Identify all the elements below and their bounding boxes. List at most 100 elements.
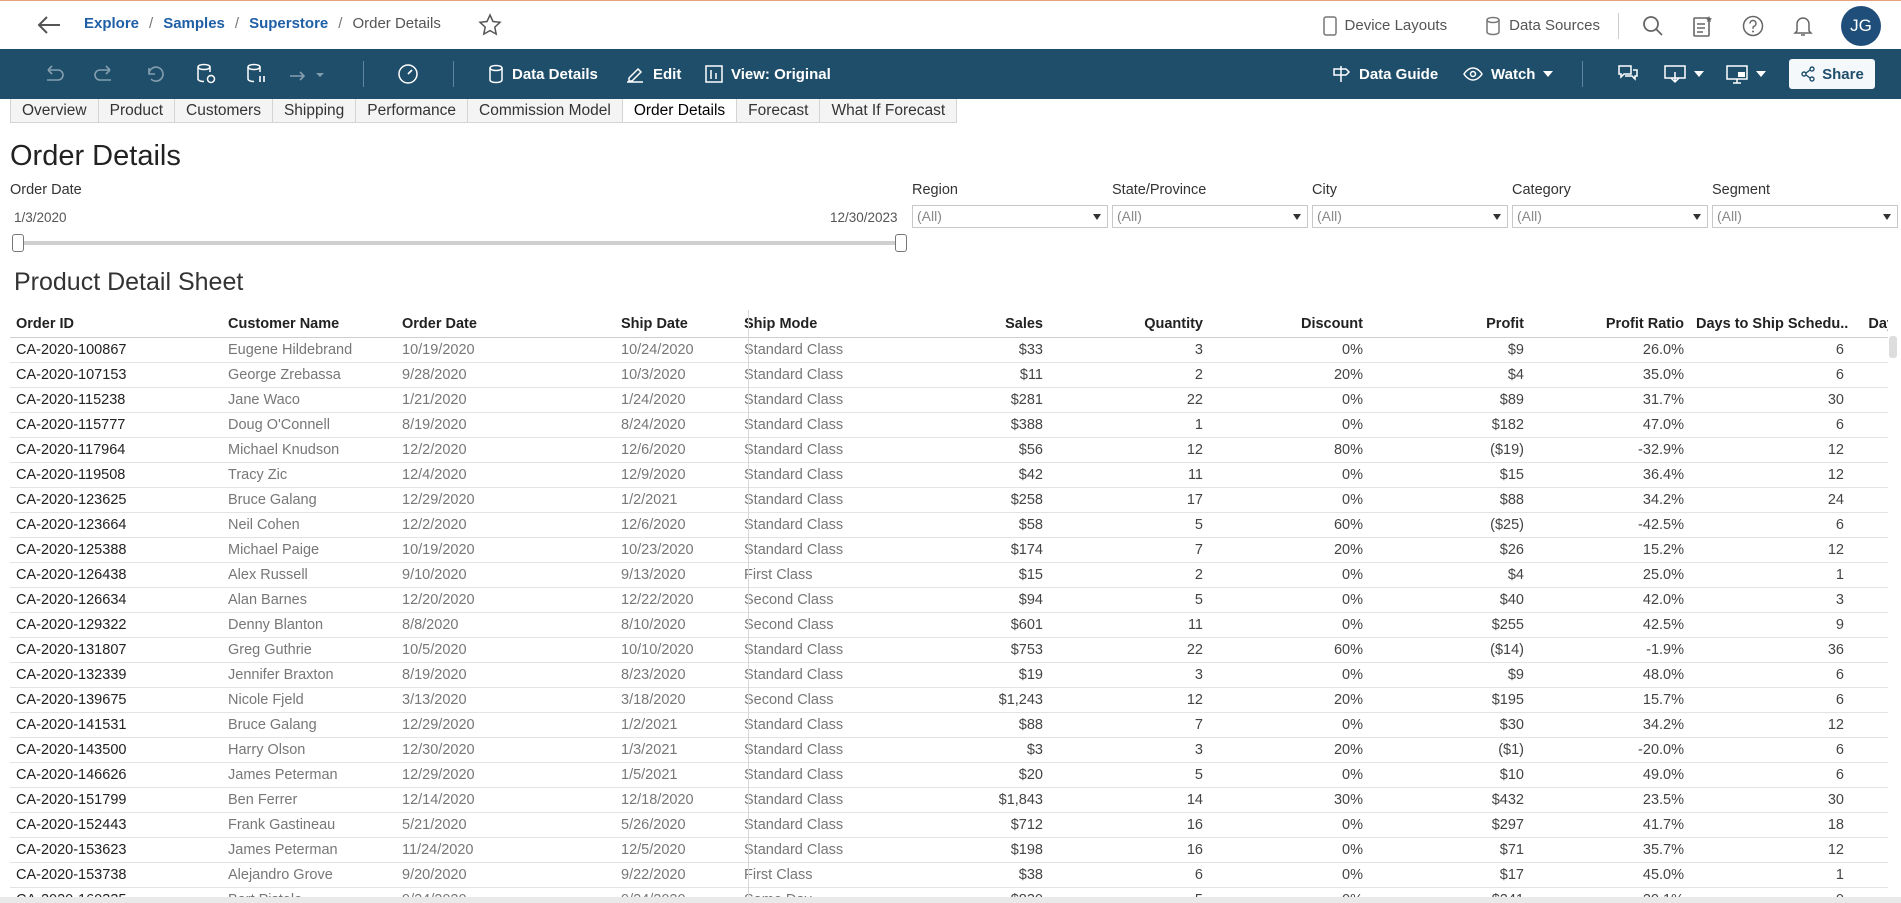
table-cell: 0% [1342,817,1363,833]
column-header[interactable]: Order Date [396,316,615,332]
tab-product[interactable]: Product [98,99,176,123]
present-button[interactable] [1726,49,1766,99]
column-header[interactable]: Discount [1209,316,1369,332]
tab-order-details[interactable]: Order Details [622,99,738,123]
table-row[interactable]: CA-2020-146626 James Peterman 12/29/2020 1/… [10,763,1888,788]
table-row[interactable]: CA-2020-132339 Jennifer Braxton 8/19/2020 8… [10,663,1888,688]
column-header[interactable]: Profit Ratio [1530,316,1690,332]
view-original-button[interactable]: View: Original [705,49,831,99]
city-filter-select[interactable]: (All) [1312,205,1508,228]
table-row[interactable]: CA-2020-123625 Bruce Galang 12/29/2020 1/2/… [10,488,1888,513]
view-toolbar: Data Details Edit View: Original Data Gu… [0,49,1901,99]
device-layouts-button[interactable]: Device Layouts [1322,15,1448,36]
table-row[interactable]: CA-2020-139675 Nicole Fjeld 3/13/2020 3/18/… [10,688,1888,713]
column-header[interactable]: Days to Ship Schedu.. [1690,316,1850,332]
table-row[interactable]: CA-2020-153738 Alejandro Grove 9/20/2020 9/… [10,863,1888,888]
edit-button[interactable]: Edit [625,49,681,99]
table-row[interactable]: CA-2020-125388 Michael Paige 10/19/2020 10/… [10,538,1888,563]
data-guide-button[interactable]: Data Guide [1331,49,1438,99]
device-layouts-label: Device Layouts [1344,17,1448,34]
tab-shipping[interactable]: Shipping [272,99,357,123]
segment-filter-select[interactable]: (All) [1712,205,1898,228]
table-cell: 0% [1342,342,1363,358]
table-row[interactable]: CA-2020-143500 Harry Olson 12/30/2020 1/3/2… [10,738,1888,763]
table-row[interactable]: CA-2020-141531 Bruce Galang 12/29/2020 1/2/… [10,713,1888,738]
tab-what-if-forecast[interactable]: What If Forecast [820,99,958,123]
table-row[interactable]: CA-2020-100867 Eugene Hildebrand 10/19/202… [10,338,1888,363]
table-cell: $281 [1010,392,1043,408]
table-cell: 42.5% [1642,617,1684,633]
column-header[interactable]: Quantity [1049,316,1209,332]
table-row[interactable]: CA-2020-107153 George Zrebassa 9/28/2020 10… [10,363,1888,388]
table-row[interactable]: CA-2020-115238 Jane Waco 1/21/2020 1/24/202… [10,388,1888,413]
revert-icon[interactable] [143,49,165,99]
watch-button[interactable]: Watch [1463,49,1554,99]
recommendations-icon[interactable] [1691,14,1715,38]
refresh-data-icon[interactable] [196,49,216,99]
column-header[interactable]: Customer Name [222,316,396,332]
table-row[interactable]: CA-2020-123664 Neil Cohen 12/2/2020 12/6/20… [10,513,1888,538]
data-sources-button[interactable]: Data Sources [1485,16,1600,36]
dashboard-tabs: Overview Product Customers Shipping Performa… [10,99,958,123]
user-avatar[interactable]: JG [1841,5,1881,46]
tab-performance[interactable]: Performance [356,99,469,123]
state-filter-select[interactable]: (All) [1112,205,1308,228]
notifications-bell-icon[interactable] [1791,14,1815,38]
table-row[interactable]: CA-2020-115777 Doug O'Connell 8/19/2020 8/2… [10,413,1888,438]
favorite-star-icon[interactable] [478,13,502,37]
category-filter-select[interactable]: (All) [1512,205,1708,228]
undo-icon[interactable] [42,49,64,99]
table-cell: 30% [1333,792,1363,808]
search-icon[interactable] [1641,14,1665,38]
table-cell: 1/24/2020 [621,392,686,408]
pause-updates-icon[interactable] [246,49,266,99]
table-row[interactable]: CA-2020-126634 Alan Barnes 12/20/2020 12/22… [10,588,1888,613]
table-row[interactable]: CA-2020-131807 Greg Guthrie 10/5/2020 10/10… [10,638,1888,663]
column-header[interactable]: Ship Date [615,316,738,332]
performance-metrics-icon[interactable] [397,49,419,99]
bottom-scrollbar-track[interactable] [0,897,1901,903]
download-button[interactable] [1664,49,1704,99]
tab-forecast[interactable]: Forecast [737,99,821,123]
column-header[interactable]: Days to Ship Actual [1850,316,1888,332]
city-filter-value: (All) [1317,208,1342,224]
order-date-slider-max-handle[interactable] [895,234,907,252]
table-cell: 0% [1342,617,1363,633]
back-arrow-icon[interactable] [36,13,62,37]
column-header[interactable]: Ship Mode [738,316,888,332]
share-button[interactable]: Share [1789,59,1875,89]
table-cell: $255 [1491,617,1524,633]
table-cell: Standard Class [744,442,844,458]
redo-icon[interactable] [94,49,116,99]
help-icon[interactable] [1741,14,1765,38]
table-row[interactable]: CA-2020-151799 Ben Ferrer 12/14/2020 12/18/… [10,788,1888,813]
region-filter-select[interactable]: (All) [912,205,1108,228]
table-scrollbar[interactable] [1889,336,1897,358]
replay-animation-icon[interactable] [288,49,328,99]
table-cell: 1 [1835,567,1844,583]
comments-icon[interactable] [1617,49,1639,99]
column-header[interactable]: Profit [1369,316,1530,332]
table-cell: Tracy Zic [228,467,288,483]
table-row[interactable]: CA-2020-119508 Tracy Zic 12/4/2020 12/9/202… [10,463,1888,488]
order-date-slider-track[interactable] [15,241,904,245]
table-row[interactable]: CA-2020-153623 James Peterman 11/24/2020 12… [10,838,1888,863]
table-row[interactable]: CA-2020-152443 Frank Gastineau 5/21/2020 5/… [10,813,1888,838]
data-details-button[interactable]: Data Details [488,49,598,99]
tab-customers[interactable]: Customers [175,99,273,123]
table-cell: $19 [1018,667,1043,683]
column-header[interactable]: Order ID [10,316,222,332]
table-row[interactable]: CA-2020-126438 Alex Russell 9/10/2020 9/13/… [10,563,1888,588]
table-cell: 36 [1827,642,1844,658]
monitor-icon [1726,65,1748,84]
order-details-table[interactable]: Order ID Customer Name Order Date Ship Date… [10,310,1888,903]
table-row[interactable]: CA-2020-129322 Denny Blanton 8/8/2020 8/10/… [10,613,1888,638]
order-date-slider-min-handle[interactable] [12,234,24,252]
breadcrumb-samples[interactable]: Samples [163,15,225,32]
table-row[interactable]: CA-2020-117964 Michael Knudson 12/2/2020 12… [10,438,1888,463]
tab-commission-model[interactable]: Commission Model [468,99,623,123]
column-header[interactable]: Sales [888,316,1049,332]
breadcrumb-explore[interactable]: Explore [84,15,139,32]
breadcrumb-superstore[interactable]: Superstore [249,15,328,32]
tab-overview[interactable]: Overview [10,99,99,123]
